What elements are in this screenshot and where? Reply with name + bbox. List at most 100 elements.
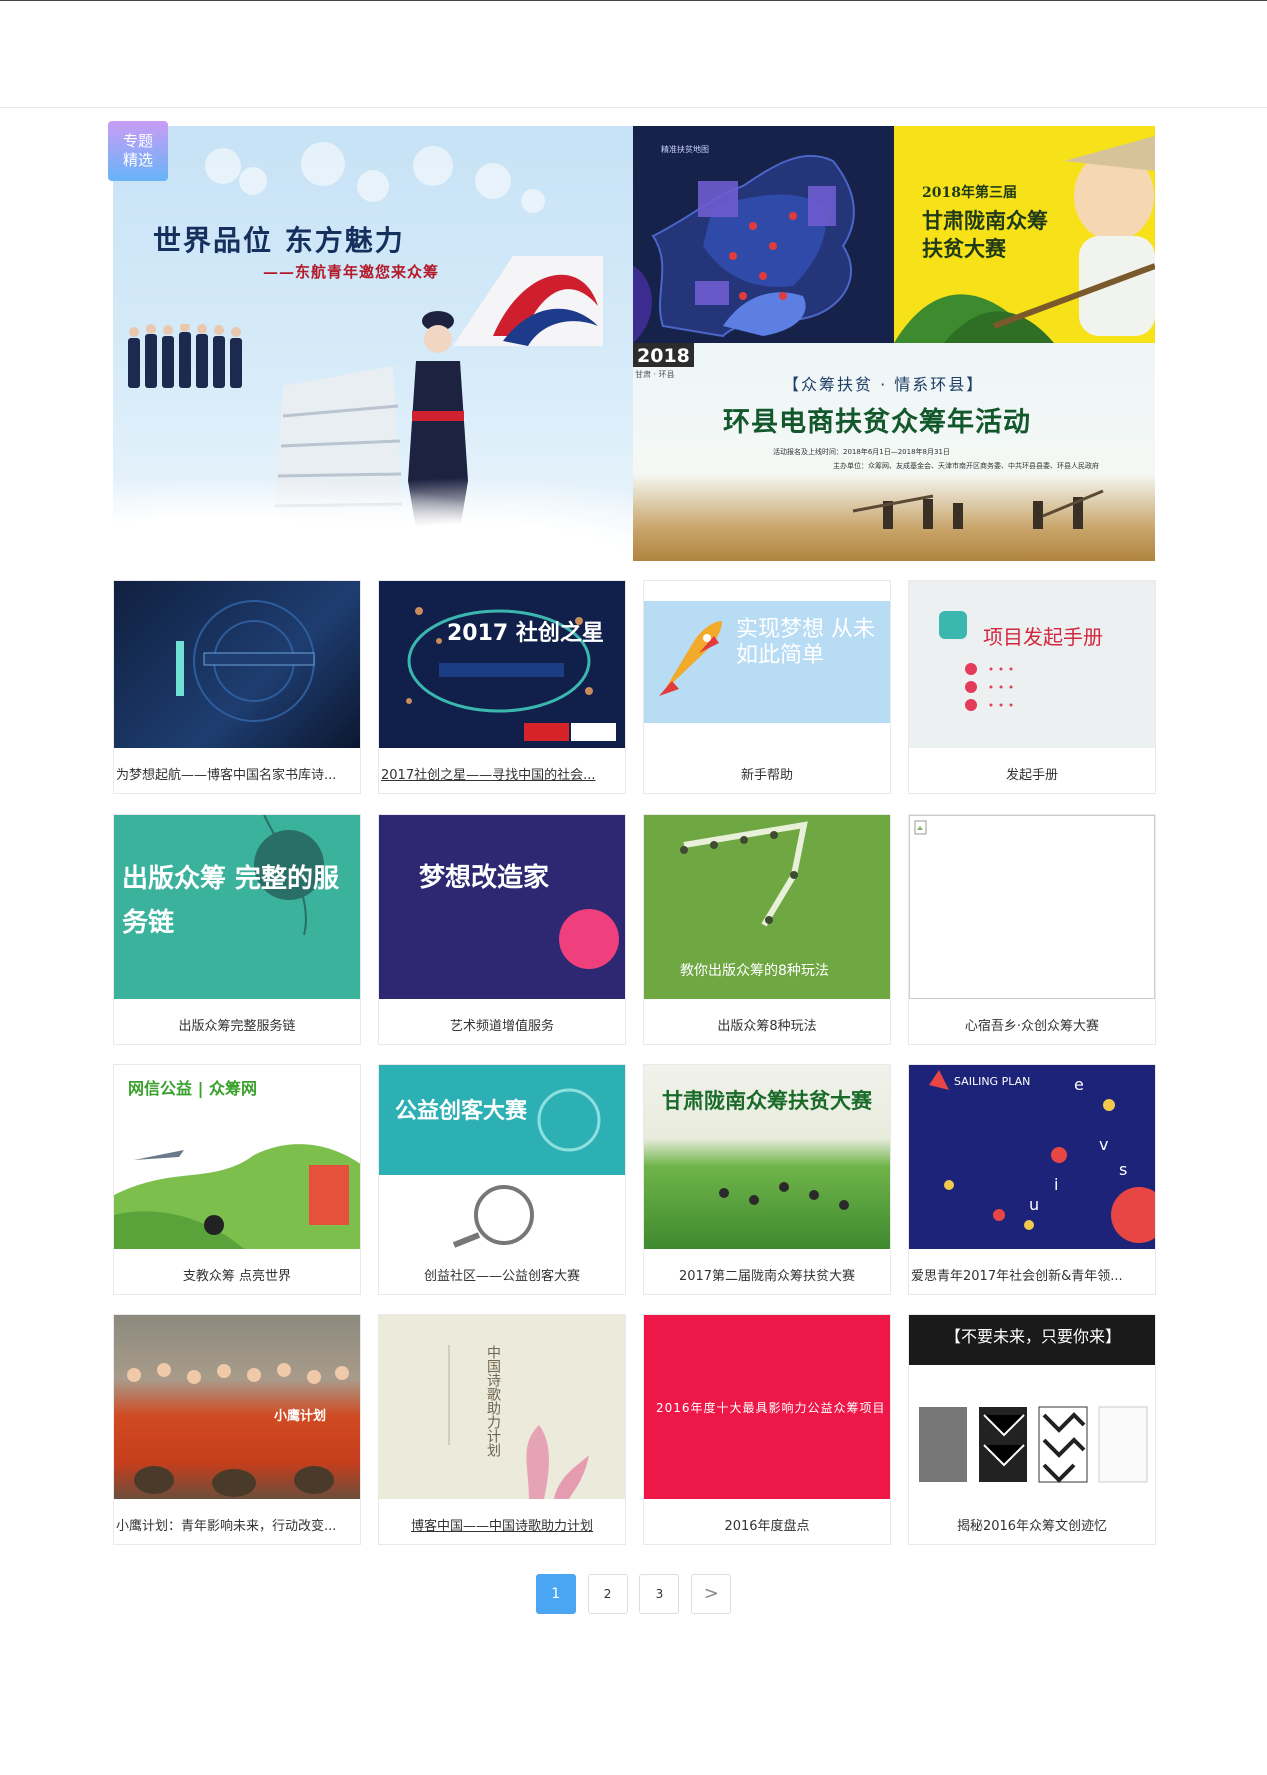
card-title: 2017社创之星——寻找中国的社会... <box>381 768 596 783</box>
card-title: 揭秘2016年众筹文创迹忆 <box>956 1519 1108 1534</box>
card-title: 新手帮助 <box>740 768 793 783</box>
gansu-tile-text: 2018年第三届 甘肃陇南众筹 扶贫大赛 <box>922 176 1048 263</box>
card-title: 出版众筹8种玩法 <box>717 1019 817 1034</box>
badge-line-1: 专题 <box>122 132 153 150</box>
card-image: 甘肃陇南众筹扶贫大赛 <box>644 1065 890 1249</box>
card-image-text: 中国诗歌助力计划 <box>485 1345 501 1457</box>
project-card[interactable]: 梦想改造家 艺术频道增值服务 <box>378 814 626 1045</box>
card-illustration: e vs ui <box>929 1070 1155 1243</box>
featured-gansu-contest-tile[interactable]: 2018年第三届 甘肃陇南众筹 扶贫大赛 <box>894 126 1155 343</box>
card-title: 心宿吾乡·众创众筹大赛 <box>964 1019 1100 1034</box>
card-illustration <box>406 607 616 741</box>
page-3-button[interactable]: 3 <box>639 1574 680 1614</box>
card-image: 项目发起手册 <box>909 581 1155 748</box>
card-image-text: 实现梦想 从未如此简单 <box>736 617 875 668</box>
farmers-field-image <box>852 489 1104 529</box>
card-title: 小鹰计划：青年影响未来，行动改变... <box>116 1519 337 1534</box>
featured-banner: 世界品位 东方魅力 ——东航青年邀您来众筹 精准扶贫地图 2018年第三届 甘肃… <box>113 126 1155 561</box>
huanxian-date-info: 活动报名及上线时间：2018年6月1日—2018年8月31日 <box>773 448 950 456</box>
svg-text:v: v <box>1099 1135 1108 1154</box>
card-image: 2017 社创之星 <box>379 581 625 748</box>
project-card[interactable]: 网信公益 | 众筹网 支教众筹 点亮世界 <box>113 1064 361 1295</box>
china-map-image <box>633 154 855 343</box>
project-card[interactable]: 甘肃陇南众筹扶贫大赛 2017第二届陇南众筹扶贫大赛 <box>643 1064 891 1295</box>
project-card[interactable]: 项目发起手册 发起手册 <box>908 580 1156 794</box>
card-image: 实现梦想 从未如此简单 <box>644 581 890 748</box>
clouds-decoration <box>113 461 633 561</box>
gansu-year-line: 2018年第三届 <box>922 185 1017 201</box>
card-image-text: 2016年度十大最具影响力公益众筹项目 <box>656 1401 886 1415</box>
gansu-line-2: 扶贫大赛 <box>922 236 1006 261</box>
card-image-text: 2017 社创之星 <box>447 621 604 646</box>
project-card[interactable]: 为梦想起航——博客中国名家书库诗... <box>113 580 361 794</box>
project-card[interactable]: 实现梦想 从未如此简单 新手帮助 <box>643 580 891 794</box>
svg-text:s: s <box>1119 1160 1127 1179</box>
page-2-button[interactable]: 2 <box>587 1574 628 1614</box>
card-title: 为梦想起航——博客中国名家书库诗... <box>116 768 337 783</box>
crew-group-image <box>128 324 242 388</box>
main-banner-title: 世界品位 东方魅力 <box>153 224 405 257</box>
card-image-text: 【不要未来，只要你来】 <box>945 1327 1122 1346</box>
huanxian-year: 2018 <box>633 343 694 367</box>
broken-image-icon <box>914 820 927 835</box>
gansu-line-1: 甘肃陇南众筹 <box>922 208 1048 233</box>
card-image-text: 甘肃陇南众筹扶贫大赛 <box>662 1089 872 1113</box>
card-illustration <box>176 600 315 722</box>
card-image: 出版众筹 完整的服务链 <box>114 815 360 999</box>
card-image: 【不要未来，只要你来】 <box>909 1315 1155 1499</box>
project-card[interactable]: 公益创客大赛 创益社区——公益创客大赛 <box>378 1064 626 1295</box>
pagination: 1 2 3 > <box>0 1574 1267 1614</box>
card-title: 博客中国——中国诗歌助力计划 <box>410 1519 593 1534</box>
top-header-bar <box>0 0 1267 108</box>
card-image-text: 教你出版众筹的8种玩法 <box>680 963 829 979</box>
card-image-text: 出版众筹 完整的服务链 <box>122 864 340 938</box>
featured-poverty-map-tile[interactable]: 精准扶贫地图 <box>633 126 894 343</box>
project-card[interactable]: 2017 社创之星 2017社创之星——寻找中国的社会... <box>378 580 626 794</box>
project-card[interactable]: 【不要未来，只要你来】 揭秘2016年众筹文创迹忆 <box>908 1314 1156 1545</box>
svg-text:e: e <box>1074 1075 1084 1094</box>
huanxian-subtitle: 【众筹扶贫 · 情系环县】 <box>783 375 985 394</box>
main-banner-subtitle: ——东航青年邀您来众筹 <box>263 263 440 281</box>
card-image: e vs ui SAILING PLAN <box>909 1065 1155 1249</box>
svg-text:i: i <box>1054 1175 1058 1194</box>
featured-main-banner[interactable]: 世界品位 东方魅力 ——东航青年邀您来众筹 <box>113 126 633 561</box>
project-card[interactable]: 出版众筹 完整的服务链 出版众筹完整服务链 <box>113 814 361 1045</box>
card-title: 发起手册 <box>1005 768 1058 783</box>
card-image-text: 公益创客大赛 <box>395 1099 528 1124</box>
badge-line-2: 精选 <box>122 151 153 169</box>
svg-text:u: u <box>1029 1195 1039 1214</box>
huanxian-title: 环县电商扶贫众筹年活动 <box>723 407 1031 438</box>
page-1-button[interactable]: 1 <box>535 1574 576 1614</box>
next-page-button[interactable]: > <box>691 1574 732 1614</box>
card-image-broken <box>909 815 1155 999</box>
card-title: 2017第二届陇南众筹扶贫大赛 <box>678 1269 856 1284</box>
card-image: 2016年度十大最具影响力公益众筹项目 <box>644 1315 890 1499</box>
card-image-text: 项目发起手册 <box>983 625 1103 649</box>
card-title: 2016年度盘点 <box>724 1519 810 1534</box>
featured-huanxian-tile[interactable]: 2018 甘肃 · 环县 【众筹扶贫 · 情系环县】 环县电商扶贫众筹年活动 活… <box>633 343 1155 561</box>
card-title: 支教众筹 点亮世界 <box>182 1269 292 1284</box>
card-image: 小鹰计划 <box>114 1315 360 1499</box>
card-title: 创益社区——公益创客大赛 <box>423 1269 580 1284</box>
card-image-text: 网信公益 | 众筹网 <box>128 1079 257 1098</box>
project-card[interactable]: 2016年度十大最具影响力公益众筹项目 2016年度盘点 <box>643 1314 891 1545</box>
card-illustration <box>939 611 1013 711</box>
card-image: 网信公益 | 众筹网 <box>114 1065 360 1249</box>
featured-topics-badge: 专题 精选 <box>108 121 168 181</box>
project-card[interactable]: 小鹰计划 小鹰计划：青年影响未来，行动改变... <box>113 1314 361 1545</box>
card-image <box>114 581 360 748</box>
huanxian-region: 甘肃 · 环县 <box>635 370 675 379</box>
project-card[interactable]: 心宿吾乡·众创众筹大赛 <box>908 814 1156 1045</box>
card-image: 中国诗歌助力计划 <box>379 1315 625 1499</box>
project-card[interactable]: e vs ui SAILING PLAN 爱思青年2017年社会创新&青年领... <box>908 1064 1156 1295</box>
card-image-text: 小鹰计划 <box>274 1409 327 1424</box>
card-title: 爱思青年2017年社会创新&青年领... <box>911 1269 1123 1284</box>
card-image: 公益创客大赛 <box>379 1065 625 1249</box>
project-card[interactable]: 教你出版众筹的8种玩法 出版众筹8种玩法 <box>643 814 891 1045</box>
card-title: 出版众筹完整服务链 <box>178 1019 296 1034</box>
card-title: 艺术频道增值服务 <box>449 1019 554 1034</box>
project-card[interactable]: 中国诗歌助力计划 博客中国——中国诗歌助力计划 <box>378 1314 626 1545</box>
card-image-text: 梦想改造家 <box>419 863 550 893</box>
card-image-text: SAILING PLAN <box>954 1075 1031 1088</box>
card-image: 梦想改造家 <box>379 815 625 999</box>
